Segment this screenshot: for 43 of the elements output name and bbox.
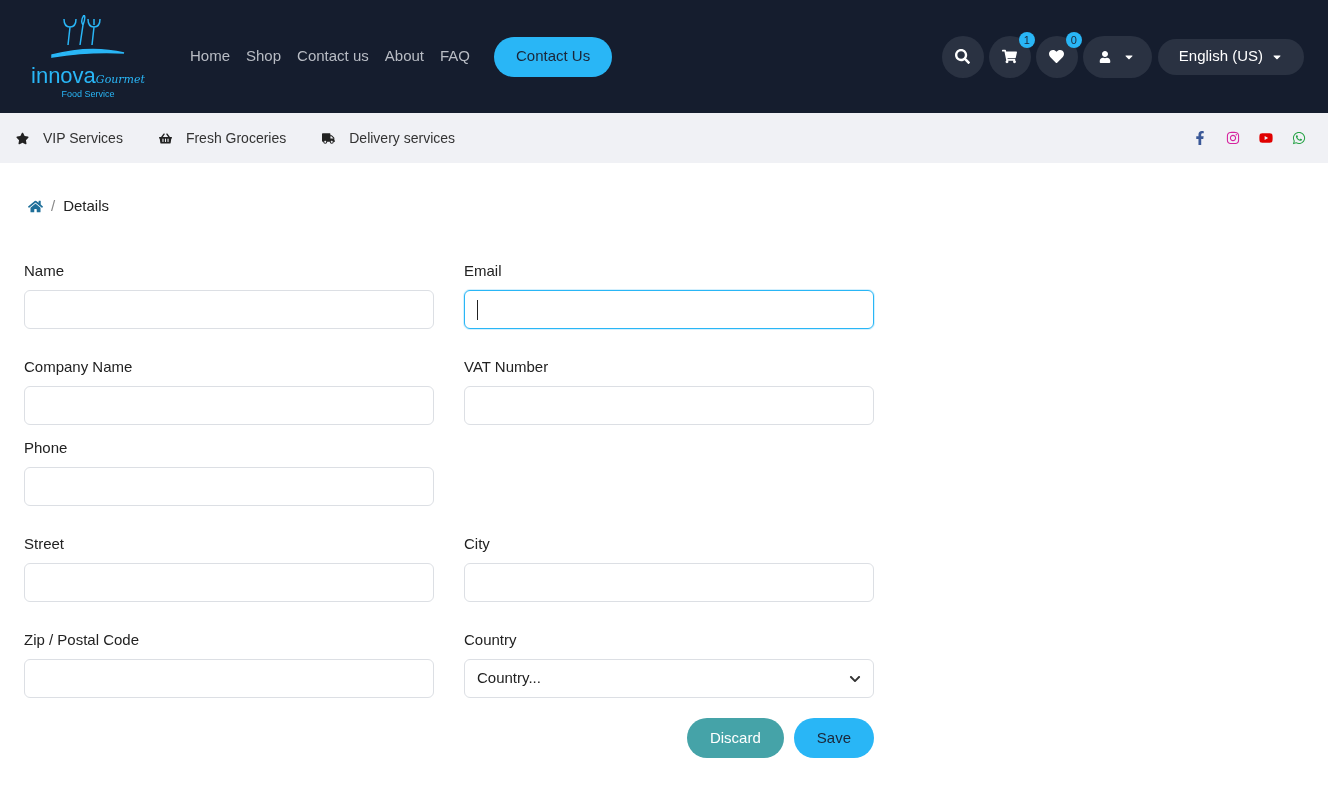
truck-icon [322,131,336,145]
field-label: City [464,534,491,554]
field-label: Zip / Postal Code [24,630,141,650]
save-button[interactable]: Save [793,718,874,758]
field-label: Phone [24,438,69,458]
nav-link[interactable]: Shop [246,45,282,68]
youtube-icon[interactable] [1259,131,1273,145]
nav-link[interactable]: FAQ [440,45,470,68]
logo[interactable]: innovaGourmet Food Service [24,14,152,99]
count-badge: 1 [1018,31,1035,48]
account-button[interactable] [1082,35,1152,78]
home-icon[interactable] [28,198,43,214]
basket-icon [158,131,172,145]
field-label: Email [464,261,503,281]
field-label: VAT Number [464,357,550,377]
field-label: Name [24,261,65,281]
feature-label: Fresh Groceries [185,128,287,148]
field-label: Country [464,630,518,650]
language-button[interactable]: English (US) [1157,38,1304,75]
logo-text: innova [31,64,96,87]
input-field[interactable] [464,290,874,329]
user-icon [1099,50,1112,63]
feature-label: VIP Services [43,128,123,148]
nav-link[interactable]: About [384,45,424,68]
cart-icon [1002,49,1018,64]
breadcrumb-separator: / [51,195,56,216]
breadcrumb-current: Details [63,195,110,216]
whatsapp-icon[interactable] [1292,131,1306,145]
contact-button[interactable]: Contact Us [494,36,613,77]
count-badge: 0 [1065,31,1082,48]
country-select[interactable]: Country... [464,659,874,698]
logo-tagline: Food Service [61,89,115,99]
search-icon [955,49,971,64]
heart-icon [1049,49,1065,64]
field-label: Street [24,534,66,554]
star-icon [16,131,29,145]
feature-label: Delivery services [349,128,456,148]
field-label: Company Name [24,357,134,377]
facebook-icon[interactable] [1193,131,1207,145]
instagram-icon[interactable] [1226,131,1240,145]
logo-script: Gourmet [95,73,145,85]
nav-link[interactable]: Home [190,45,230,68]
nav-link[interactable]: Contact us [297,45,369,68]
